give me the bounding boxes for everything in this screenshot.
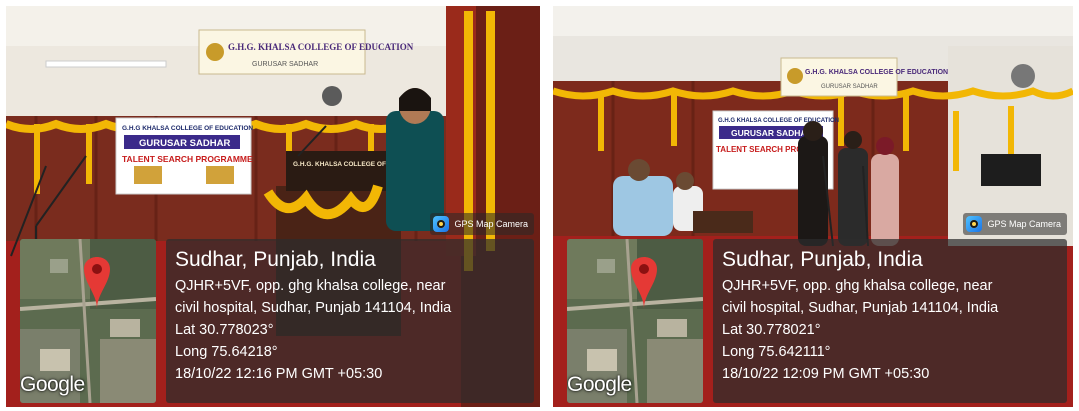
gps-map-camera-badge-2: GPS Map Camera [963, 213, 1067, 235]
gps-map-camera-badge: GPS Map Camera [430, 213, 534, 235]
timestamp: 18/10/22 12:16 PM GMT +05:30 [175, 366, 383, 382]
google-watermark: Google [20, 373, 85, 396]
top-banner-subtext: GURUSAR SADHAR [252, 61, 318, 68]
stage-banner-line3: TALENT SEARCH PROGRAMME [122, 154, 253, 164]
top-banner-text: G.H.G. KHALSA COLLEGE OF EDUCATION [228, 42, 414, 52]
photo-performance: G.H.G. KHALSA COLLEGE OF EDUCATION GURUS… [553, 6, 1073, 407]
latitude-2: Lat 30.778021° [722, 322, 821, 338]
location-title-2: Sudhar, Punjab, India [722, 248, 923, 271]
stage-banner-line3-2: TALENT SEARCH PRO [716, 145, 803, 154]
latitude: Lat 30.778023° [175, 322, 274, 338]
location-info-panel: Sudhar, Punjab, India QJHR+5VF, opp. ghg… [166, 239, 534, 403]
longitude-2: Long 75.642111° [722, 344, 831, 360]
gps-badge-label-2: GPS Map Camera [987, 219, 1061, 229]
camera-app-icon [966, 216, 983, 232]
satellite-map-thumbnail: Google [20, 239, 156, 403]
stage-banner-line1-2: G.H.G KHALSA COLLEGE OF EDUCATION [718, 118, 839, 124]
gps-badge-label: GPS Map Camera [454, 219, 528, 229]
satellite-map-thumbnail-2: Google [567, 239, 703, 403]
address-line-2: civil hospital, Sudhar, Punjab 141104, I… [175, 300, 452, 316]
stage-banner-line2: GURUSAR SADHAR [139, 138, 230, 149]
longitude: Long 75.64218° [175, 344, 278, 360]
address-line-2-2: civil hospital, Sudhar, Punjab 141104, I… [722, 300, 999, 316]
top-banner-text-2: G.H.G. KHALSA COLLEGE OF EDUCATION [805, 69, 948, 76]
address-line-1: QJHR+5VF, opp. ghg khalsa college, near [175, 278, 446, 294]
camera-app-icon [433, 216, 450, 232]
stage-banner-line2-2: GURUSAR SADHAR [731, 128, 813, 138]
google-watermark-2: Google [567, 373, 632, 396]
photo-speech: G.H.G. KHALSA COLLEGE OF EDUCATION GURUS… [6, 6, 540, 407]
stage-banner-line1: G.H.G KHALSA COLLEGE OF EDUCATION [122, 125, 253, 132]
location-info-panel-2: Sudhar, Punjab, India QJHR+5VF, opp. ghg… [713, 239, 1067, 403]
location-title: Sudhar, Punjab, India [175, 248, 376, 271]
top-banner-subtext-2: GURUSAR SADHAR [821, 84, 878, 90]
timestamp-2: 18/10/22 12:09 PM GMT +05:30 [722, 366, 930, 382]
address-line-1-2: QJHR+5VF, opp. ghg khalsa college, near [722, 278, 993, 294]
